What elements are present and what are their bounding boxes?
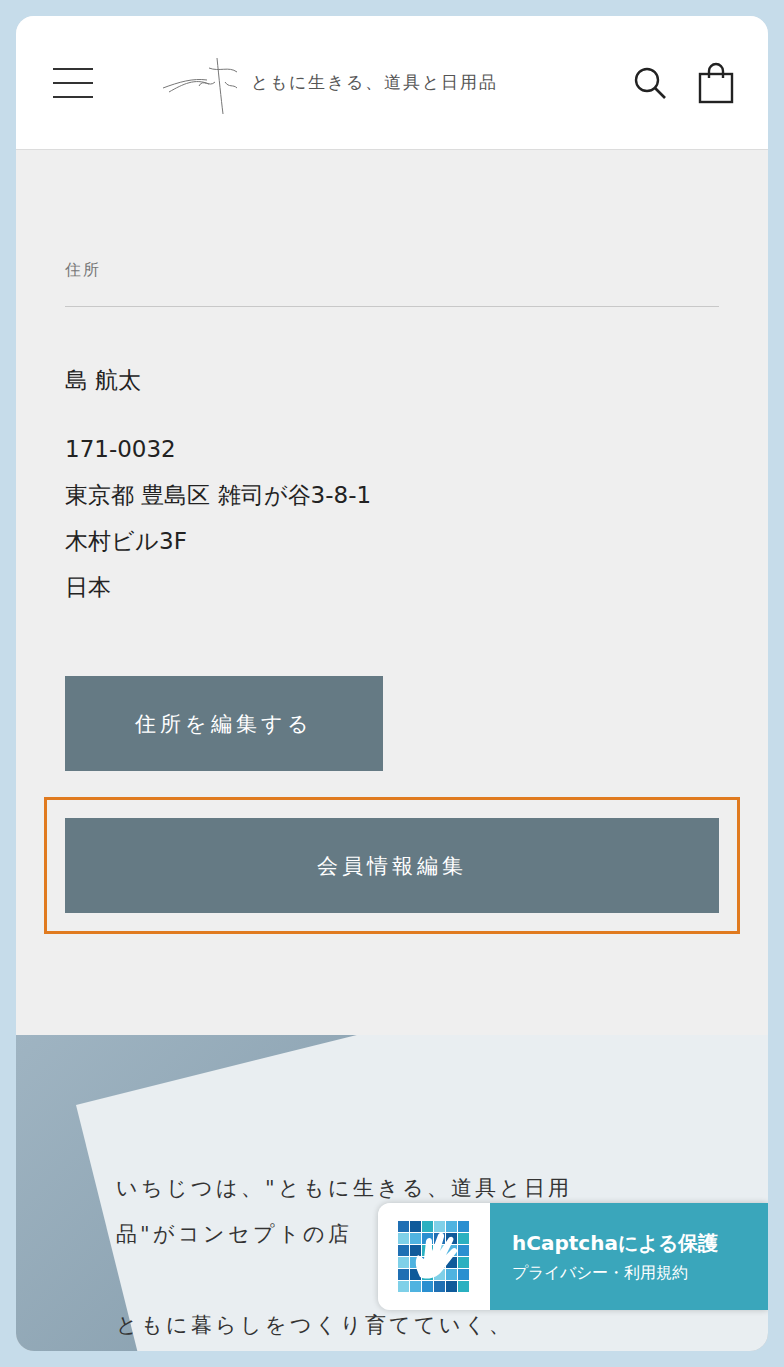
customer-name: 島 航太 — [65, 363, 141, 397]
bag-icon[interactable] — [698, 62, 734, 104]
screen: ともに生きる、道具と日用品 住所 島 航太 171-0032東京都 豊島区 雑司… — [16, 16, 768, 1351]
edit-address-button[interactable]: 住所を編集する — [65, 676, 383, 771]
section-label: 住所 — [65, 258, 719, 307]
device-frame: ともに生きる、道具と日用品 住所 島 航太 171-0032東京都 豊島区 雑司… — [0, 0, 784, 1367]
captcha-links[interactable]: プライバシー・利用規約 — [512, 1263, 768, 1284]
address-line: 日本 — [65, 564, 371, 610]
hero-banner: いちじつは、"ともに生きる、道具と日用品"がコンセプトの店ともに暮らしをつくり育… — [16, 1035, 768, 1351]
logo[interactable]: ともに生きる、道具と日用品 — [159, 48, 498, 118]
menu-button[interactable] — [53, 68, 93, 98]
captcha-badge[interactable]: hCaptchaによる保護 プライバシー・利用規約 — [378, 1203, 768, 1310]
header: ともに生きる、道具と日用品 — [16, 16, 768, 150]
hcaptcha-icon — [398, 1221, 470, 1293]
edit-member-button[interactable]: 会員情報編集 — [65, 818, 719, 913]
address-line: 木村ビル3F — [65, 518, 371, 564]
search-icon[interactable] — [632, 65, 668, 101]
highlight-box: 会員情報編集 — [44, 797, 740, 934]
address-lines: 171-0032東京都 豊島区 雑司が谷3-8-1木村ビル3F日本 — [65, 426, 371, 610]
address-line: 東京都 豊島区 雑司が谷3-8-1 — [65, 472, 371, 518]
address-line: 171-0032 — [65, 426, 371, 472]
address-section: 住所 島 航太 171-0032東京都 豊島区 雑司が谷3-8-1木村ビル3F日… — [16, 150, 768, 1035]
logo-text: ともに生きる、道具と日用品 — [251, 71, 498, 94]
signature-icon — [159, 48, 245, 118]
captcha-title: hCaptchaによる保護 — [512, 1230, 768, 1257]
